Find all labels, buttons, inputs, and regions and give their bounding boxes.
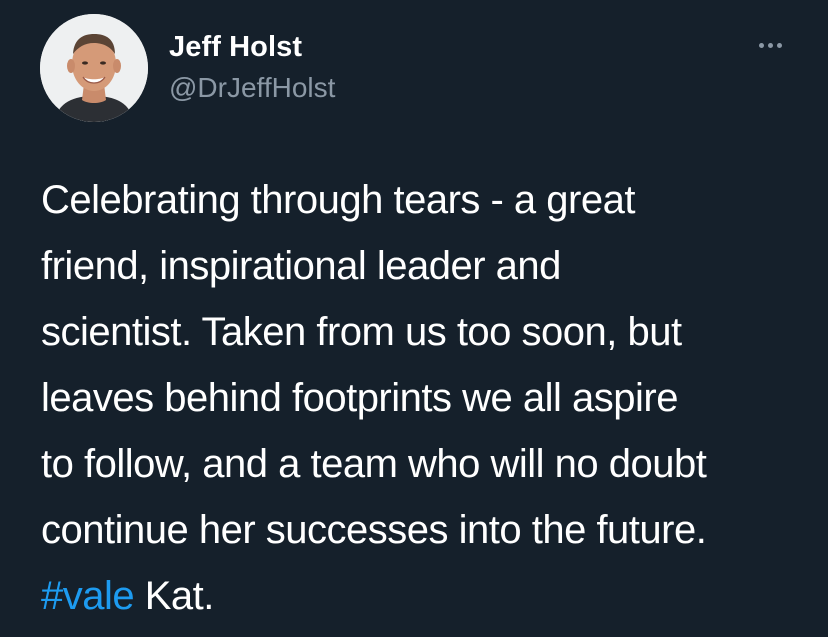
- more-options-button[interactable]: [748, 30, 792, 60]
- tweet-card: Jeff Holst @DrJeffHolst Celebrating thro…: [0, 0, 828, 637]
- profile-photo-icon: [40, 14, 148, 122]
- author-handle[interactable]: @DrJeffHolst: [169, 72, 335, 104]
- author-name[interactable]: Jeff Holst: [169, 31, 302, 64]
- tweet-text-line: continue her successes into the future.: [41, 508, 707, 552]
- tweet-text-line: leaves behind footprints we all aspire: [41, 376, 678, 420]
- tweet-text-line: to follow, and a team who will no doubt: [41, 442, 707, 486]
- ellipsis-icon: [758, 42, 782, 48]
- tweet-text-line: friend, inspirational leader and: [41, 244, 561, 288]
- tweet-text: Celebrating through tears - a great frie…: [41, 167, 811, 629]
- tweet-text-line: Celebrating through tears - a great: [41, 178, 635, 222]
- tweet-text-line: scientist. Taken from us too soon, but: [41, 310, 682, 354]
- author-avatar[interactable]: [40, 14, 148, 122]
- tweet-text-last-line: #vale Kat.: [41, 563, 811, 629]
- tweet-text-end: Kat.: [134, 574, 215, 618]
- hashtag-link[interactable]: #vale: [41, 574, 135, 618]
